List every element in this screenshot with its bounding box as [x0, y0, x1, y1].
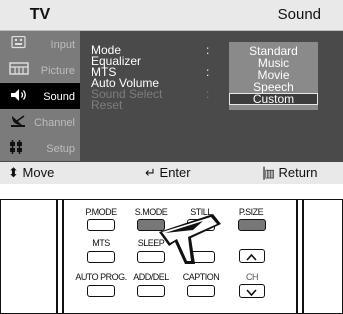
input-icon — [11, 36, 26, 49]
setup-icon — [10, 140, 22, 154]
mode-dropdown: Standard Music Movie Speech Custom — [229, 42, 318, 110]
return-icon: ▕▥ — [256, 168, 275, 180]
sidebar-item-sound[interactable]: Sound — [0, 83, 80, 109]
footer-return-label: Return — [278, 165, 318, 180]
footer-enter: ↵ Enter — [145, 165, 191, 181]
mts-label: MTS — [92, 238, 110, 248]
sidebar-item-setup[interactable]: Setup — [0, 135, 80, 161]
auto-prog-label: AUTO PROG. — [75, 272, 127, 282]
remote-control: P.MODE S.MODE STILL P.SIZE MTS SLEEP AUT… — [0, 199, 343, 314]
colon: : — [206, 43, 210, 57]
option-reset: Reset — [91, 98, 123, 112]
chevron-down-icon — [246, 289, 257, 297]
enter-icon: ↵ — [145, 165, 156, 180]
colon: : — [206, 65, 210, 79]
tv-label: TV — [29, 6, 51, 23]
channel-up-button[interactable] — [239, 249, 265, 263]
footer-enter-label: Enter — [159, 165, 191, 180]
picture-icon — [9, 62, 29, 75]
sidebar-item-input[interactable]: Input — [0, 31, 80, 57]
sidebar-item-label: Channel — [34, 117, 75, 129]
chevron-up-icon — [246, 253, 257, 261]
colon: : — [206, 87, 210, 101]
ch-label: CH — [246, 272, 259, 282]
sidebar-item-label: Input — [50, 39, 75, 51]
remote-edge-right — [296, 200, 304, 313]
sound-options-panel: Mode Equalizer MTS Auto Volume Sound Sel… — [80, 31, 343, 161]
psize-button[interactable] — [238, 219, 266, 231]
sidebar: Input Picture Sound Channel Setup — [0, 31, 80, 161]
caption-label: CAPTION — [182, 272, 220, 282]
remote-edge-left — [56, 200, 64, 313]
menu-title: Sound — [277, 6, 321, 23]
sidebar-item-label: Setup — [46, 143, 75, 155]
title-bar: TV Sound — [0, 0, 343, 31]
pmode-label: P.MODE — [85, 207, 117, 217]
add-del-button[interactable] — [137, 285, 165, 297]
up-down-arrow-icon: ⬍ — [8, 165, 19, 180]
pointer-arrow-icon — [159, 214, 221, 264]
tv-osd-menu: TV Sound Input Picture Sound Channel Set… — [0, 0, 343, 184]
sidebar-item-label: Sound — [43, 91, 75, 103]
footer-return: ▕▥ Return — [256, 165, 318, 180]
psize-label: P.SIZE — [238, 207, 264, 217]
footer-move-label: Move — [22, 165, 55, 180]
sidebar-item-picture[interactable]: Picture — [0, 57, 80, 83]
dropdown-item-custom[interactable]: Custom — [229, 93, 318, 105]
footer-move: ⬍ Move — [8, 165, 54, 181]
sidebar-item-label: Picture — [40, 65, 75, 77]
caption-button[interactable] — [187, 285, 215, 297]
auto-prog-button[interactable] — [87, 285, 115, 297]
footer-bar: ⬍ Move ↵ Enter ▕▥ Return — [0, 162, 343, 184]
pmode-button[interactable] — [87, 219, 115, 231]
sidebar-item-channel[interactable]: Channel — [0, 109, 80, 135]
channel-down-button[interactable] — [239, 284, 265, 298]
satellite-dish-icon — [11, 115, 25, 127]
mts-button[interactable] — [87, 251, 115, 263]
add-del-label: ADD/DEL — [133, 272, 169, 282]
speaker-icon — [11, 89, 26, 101]
